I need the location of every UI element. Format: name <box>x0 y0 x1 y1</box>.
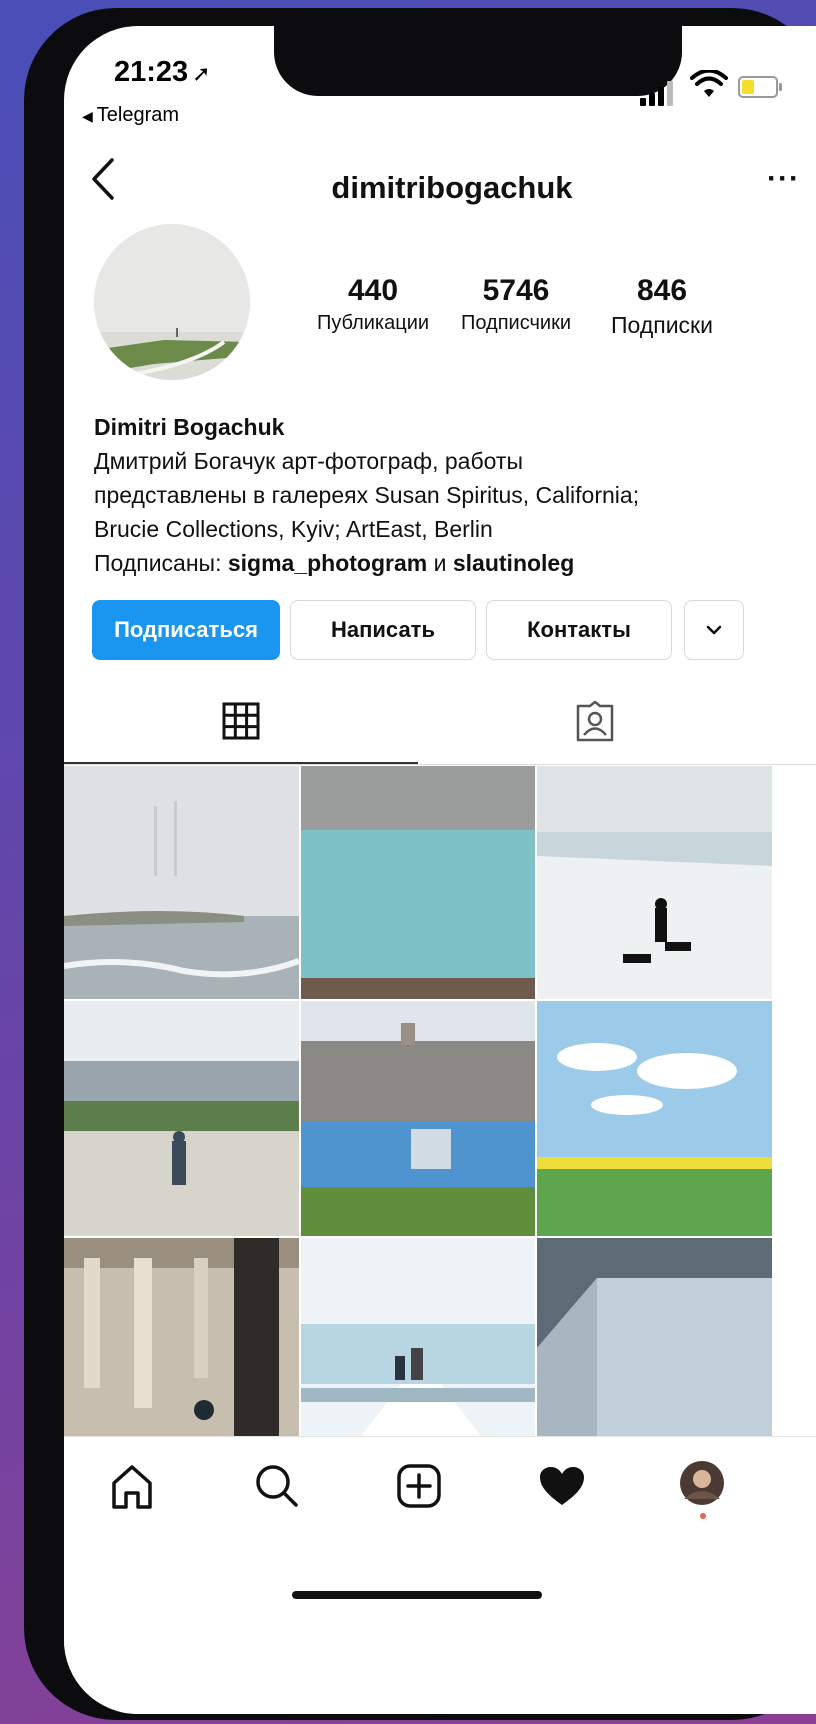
stat-posts[interactable]: 440 Публикации <box>308 274 438 335</box>
chevron-down-icon <box>706 625 722 635</box>
post-thumbnail[interactable] <box>301 1238 535 1436</box>
post-thumbnail[interactable] <box>64 766 299 999</box>
post-thumbnail[interactable] <box>64 1001 299 1236</box>
grid-icon[interactable] <box>222 702 260 740</box>
battery-icon <box>738 76 782 98</box>
suggested-dropdown-button[interactable] <box>684 600 744 660</box>
stat-followers[interactable]: 5746 Подписчики <box>448 274 584 335</box>
followed-by-and: и <box>427 550 453 576</box>
stat-posts-count: 440 <box>347 274 399 307</box>
profile-username: dimitribogachuk <box>331 170 573 205</box>
stat-following-count: 846 <box>636 274 688 307</box>
tabs-divider <box>64 764 816 765</box>
more-options-icon[interactable]: ··· <box>767 162 800 196</box>
add-post-icon[interactable] <box>396 1463 442 1509</box>
status-time: 21:23 ➚ <box>114 56 211 89</box>
post-thumbnail[interactable] <box>301 1001 535 1236</box>
stat-following-label: Подписки <box>611 312 713 338</box>
post-thumbnail[interactable] <box>537 1238 772 1436</box>
location-arrow-icon: ➚ <box>192 61 211 86</box>
app-screen: 21:23 ➚ ◀ Telegram dimitribogachuk ··· 4… <box>64 26 816 1714</box>
tagged-user-icon[interactable] <box>574 700 616 744</box>
post-thumbnail[interactable] <box>537 1001 772 1236</box>
active-tab-indicator <box>64 762 418 764</box>
time-text: 21:23 <box>114 56 189 88</box>
bottom-navigation <box>64 1436 816 1714</box>
back-to-app-link[interactable]: ◀ Telegram <box>82 104 179 127</box>
bio-line-1: Дмитрий Богачук арт-фотограф, работы <box>94 448 523 474</box>
stat-following[interactable]: 846 Подписки <box>594 274 730 339</box>
heart-icon[interactable] <box>538 1465 586 1507</box>
notification-dot <box>700 1513 706 1519</box>
post-thumbnail[interactable] <box>537 766 772 999</box>
stat-followers-label: Подписчики <box>460 312 572 334</box>
back-app-label: Telegram <box>96 104 180 126</box>
notch <box>274 26 682 96</box>
profile-bio: Dimitri Bogachuk Дмитрий Богачук арт-фот… <box>94 410 794 580</box>
home-icon[interactable] <box>110 1463 154 1511</box>
followed-by-user-1[interactable]: sigma_photogram <box>228 550 427 576</box>
stat-posts-label: Публикации <box>316 312 430 334</box>
followed-by: Подписаны: sigma_photogram и slautinoleg <box>94 546 794 580</box>
followed-by-prefix: Подписаны: <box>94 550 228 576</box>
post-thumbnail[interactable] <box>301 766 535 999</box>
home-indicator <box>292 1591 542 1599</box>
posts-grid <box>64 766 816 1436</box>
contacts-button[interactable]: Контакты <box>486 600 672 660</box>
phone-frame: 21:23 ➚ ◀ Telegram dimitribogachuk ··· 4… <box>24 8 816 1720</box>
stat-followers-count: 5746 <box>482 274 550 307</box>
post-thumbnail[interactable] <box>64 1238 299 1436</box>
status-icons <box>640 70 782 106</box>
bio-line-2: представлены в галереях Susan Spiritus, … <box>94 482 640 508</box>
profile-avatar <box>94 224 250 380</box>
back-triangle-icon: ◀ <box>82 108 93 124</box>
followed-by-user-2[interactable]: slautinoleg <box>453 550 574 576</box>
bio-line-3: Brucie Collections, Kyiv; ArtEast, Berli… <box>94 516 493 542</box>
profile-full-name: Dimitri Bogachuk <box>94 414 285 440</box>
search-icon[interactable] <box>254 1463 300 1509</box>
wifi-icon <box>690 70 728 97</box>
follow-button[interactable]: Подписаться <box>92 600 280 660</box>
profile-avatar-icon[interactable] <box>678 1459 726 1507</box>
message-button[interactable]: Написать <box>290 600 476 660</box>
